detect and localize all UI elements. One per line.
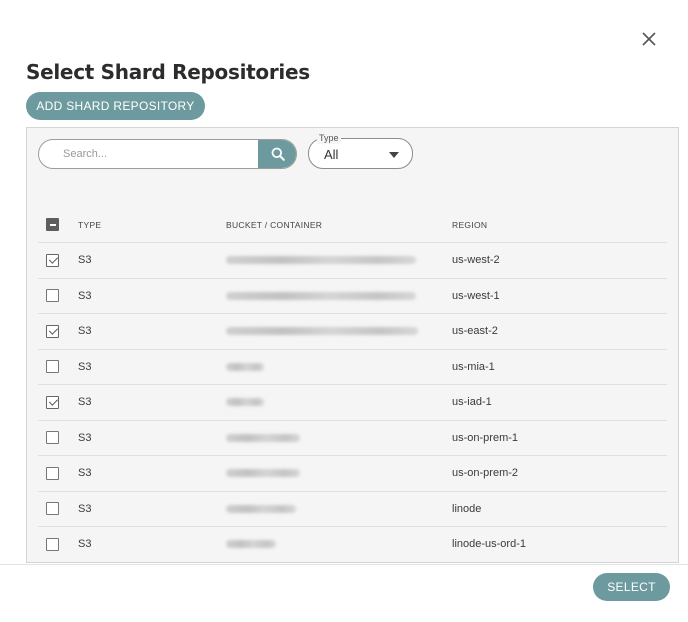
row-region: us-on-prem-2 [452, 467, 519, 480]
repository-panel: Type All TYPE BUCKET / CONTAINER REGION … [26, 127, 679, 563]
row-region: linode-us-ord-1 [452, 538, 526, 551]
search-input[interactable] [39, 140, 259, 168]
row-type: S3 [78, 325, 92, 338]
table-row[interactable]: S3 us-west-2 [38, 243, 667, 279]
row-checkbox[interactable] [46, 289, 59, 303]
row-type: S3 [78, 431, 92, 444]
table-row[interactable]: S3 us-mia-1 [38, 350, 667, 385]
row-checkbox[interactable] [46, 466, 59, 480]
row-region: us-on-prem-1 [452, 431, 519, 444]
row-bucket-redacted [226, 385, 264, 420]
row-bucket-redacted [226, 243, 416, 278]
repository-table: TYPE BUCKET / CONTAINER REGION S3 us-west… [38, 207, 667, 562]
row-type: S3 [78, 289, 92, 302]
row-checkbox[interactable] [46, 395, 59, 409]
chevron-down-icon [389, 152, 399, 158]
row-bucket-redacted [226, 527, 276, 562]
column-header-type: TYPE [78, 219, 102, 230]
row-region: us-iad-1 [452, 396, 492, 409]
row-bucket-redacted [226, 492, 296, 527]
select-button[interactable]: SELECT [593, 573, 670, 601]
table-header-row: TYPE BUCKET / CONTAINER REGION [38, 207, 667, 243]
type-filter-value: All [324, 147, 339, 162]
dialog-title: Select Shard Repositories [26, 60, 310, 84]
row-bucket-redacted [226, 456, 300, 491]
column-header-bucket: BUCKET / CONTAINER [226, 219, 323, 230]
search-box [38, 139, 297, 169]
row-region: us-mia-1 [452, 360, 495, 373]
row-checkbox[interactable] [46, 324, 59, 338]
column-header-region: REGION [452, 219, 488, 230]
row-type: S3 [78, 396, 92, 409]
table-row[interactable]: S3 us-east-2 [38, 314, 667, 350]
close-icon [642, 32, 656, 46]
row-checkbox[interactable] [46, 431, 59, 445]
table-row[interactable]: S3 linode [38, 492, 667, 527]
row-checkbox[interactable] [46, 253, 59, 267]
table-row[interactable]: S3 us-iad-1 [38, 385, 667, 421]
select-all-checkbox[interactable] [46, 218, 59, 231]
row-checkbox[interactable] [46, 360, 59, 374]
search-button[interactable] [258, 140, 296, 168]
table-row[interactable]: S3 us-on-prem-1 [38, 421, 667, 456]
row-type: S3 [78, 502, 92, 515]
table-row[interactable]: S3 linode-us-ord-1 [38, 527, 667, 562]
row-region: us-west-1 [452, 289, 500, 302]
dialog-footer: SELECT [0, 564, 688, 622]
row-bucket-redacted [226, 279, 416, 314]
row-bucket-redacted [226, 314, 418, 349]
row-type: S3 [78, 360, 92, 373]
row-region: linode [452, 502, 482, 515]
row-checkbox[interactable] [46, 502, 59, 516]
close-button[interactable] [639, 29, 659, 49]
row-type: S3 [78, 538, 92, 551]
type-filter-select[interactable]: Type All [308, 132, 413, 169]
row-checkbox[interactable] [46, 537, 59, 551]
table-row[interactable]: S3 us-west-1 [38, 279, 667, 314]
row-type: S3 [78, 467, 92, 480]
row-region: us-west-2 [452, 254, 500, 267]
row-region: us-east-2 [452, 325, 498, 338]
type-filter-label: Type [317, 132, 341, 144]
search-icon [271, 147, 285, 161]
table-row[interactable]: S3 us-on-prem-2 [38, 456, 667, 492]
row-type: S3 [78, 254, 92, 267]
row-bucket-redacted [226, 350, 264, 385]
row-bucket-redacted [226, 421, 300, 456]
add-shard-repository-button[interactable]: ADD SHARD REPOSITORY [26, 92, 205, 120]
